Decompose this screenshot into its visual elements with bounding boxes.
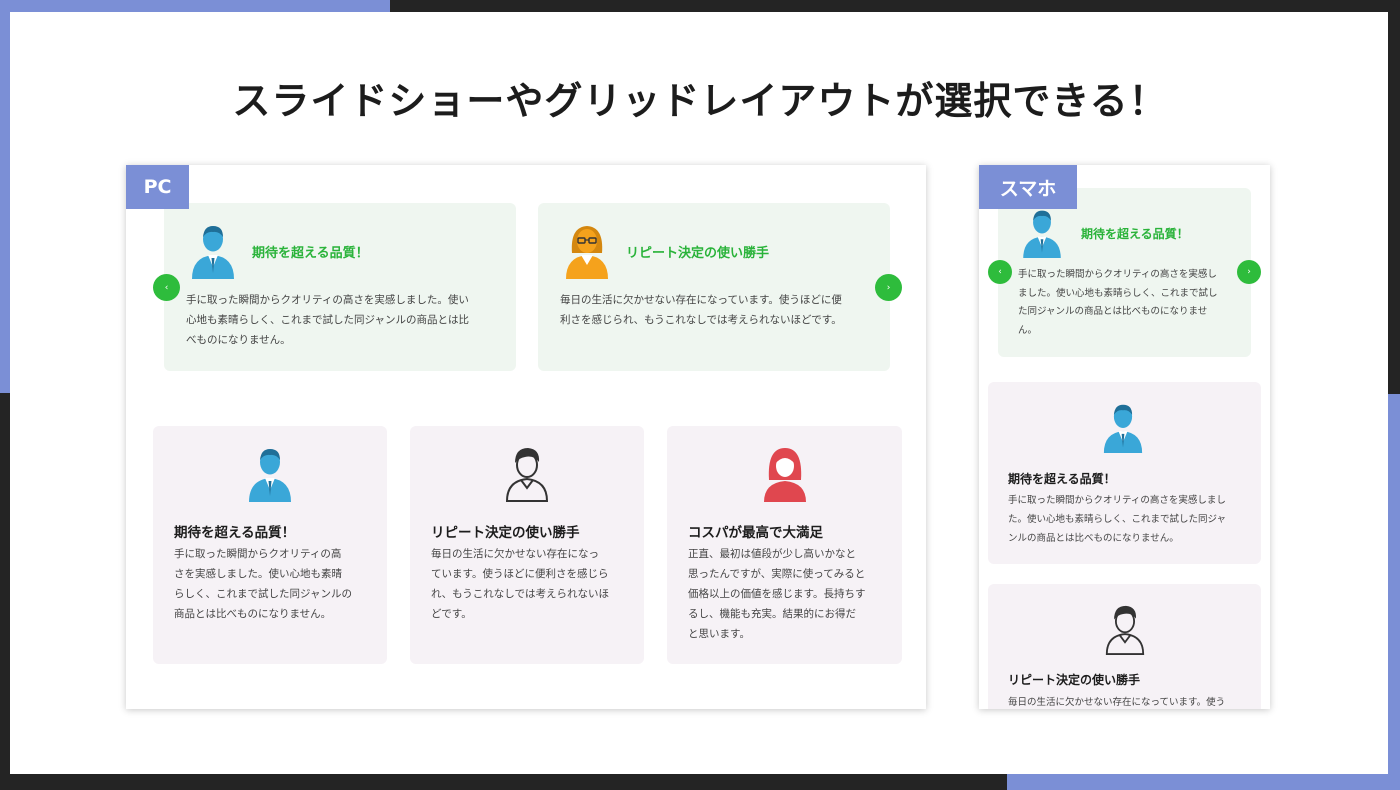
card-text: 毎日の生活に欠かせない存在になっています。使う [1008, 697, 1226, 708]
man-blue-icon [249, 449, 291, 502]
person-outline-icon [1105, 605, 1145, 655]
sp-grid-card-2: リピート決定の使い勝手 毎日の生活に欠かせない存在になっています。使う [988, 584, 1261, 709]
person-outline-icon [505, 448, 549, 502]
slide-title: リピート決定の使い勝手 [626, 245, 770, 261]
card-title: コスパが最高で大満足 [688, 525, 823, 541]
man-blue-icon [192, 226, 234, 279]
slide-title: 期待を超える品質！ [1081, 226, 1189, 241]
slide-text: 毎日の生活に欠かせない存在になっています。使うほどに便 利さを感じられ、もうこれ… [560, 294, 842, 326]
man-blue-icon [1103, 404, 1143, 453]
card-text: 毎日の生活に欠かせない存在になっ ています。使うほどに便利さを感じら れ、もうこ… [431, 548, 609, 620]
card-text: 正直、最初は値段が少し高いかなと 思ったんですが、実際に使ってみると 価格以上の… [688, 548, 866, 640]
card-title: 期待を超える品質！ [174, 525, 296, 541]
slider-prev-button[interactable]: ‹ [988, 260, 1012, 284]
slide-text: 手に取った瞬間からクオリティの高さを実感し ました。使い心地も素晴らしく、これま… [1018, 269, 1218, 336]
pc-slide-2: リピート決定の使い勝手 毎日の生活に欠かせない存在になっています。使うほどに便 … [538, 203, 890, 371]
pc-tag: PC [126, 165, 189, 209]
card-text: 手に取った瞬間からクオリティの高さを実感しまし た。使い心地も素晴らしく、これま… [1008, 495, 1227, 544]
sp-grid-card-1: 期待を超える品質！ 手に取った瞬間からクオリティの高さを実感しまし た。使い心地… [988, 382, 1261, 564]
smartphone-tag: スマホ [979, 165, 1077, 209]
woman-glasses-orange-icon [566, 226, 608, 279]
slide-text: 手に取った瞬間からクオリティの高さを実感しました。使い 心地も素晴らしく、これま… [186, 294, 469, 346]
slide-title: 期待を超える品質！ [252, 245, 369, 261]
slider-next-button[interactable]: › [1237, 260, 1261, 284]
smartphone-preview: スマホ 期待を超える品質！ 手に取った瞬間からクオリティの高さを実感し ました。… [979, 165, 1270, 709]
slider-next-button[interactable]: › [875, 274, 902, 301]
card-title: リピート決定の使い勝手 [1008, 673, 1141, 687]
pc-grid-card-3: コスパが最高で大満足 正直、最初は値段が少し高いかなと 思ったんですが、実際に使… [667, 426, 902, 664]
pc-grid-card-1: 期待を超える品質！ 手に取った瞬間からクオリティの高 さを実感しました。使い心地… [153, 426, 387, 664]
pc-preview: PC 期待を超える品質！ 手に取った瞬間からクオリティの高さを実感しました。使い… [126, 165, 926, 709]
man-blue-icon [1023, 210, 1061, 258]
pc-slide-1: 期待を超える品質！ 手に取った瞬間からクオリティの高さを実感しました。使い 心地… [164, 203, 516, 371]
card-text: 手に取った瞬間からクオリティの高 さを実感しました。使い心地も素晴 らしく、これ… [174, 548, 352, 620]
page-title: スライドショーやグリッドレイアウトが選択できる！ [232, 79, 1168, 123]
slider-prev-button[interactable]: ‹ [153, 274, 180, 301]
card-title: リピート決定の使い勝手 [431, 525, 580, 541]
sp-slide: 期待を超える品質！ 手に取った瞬間からクオリティの高さを実感し ました。使い心地… [998, 188, 1251, 357]
woman-red-icon [764, 448, 806, 502]
card-title: 期待を超える品質！ [1008, 472, 1116, 486]
pc-grid-card-2: リピート決定の使い勝手 毎日の生活に欠かせない存在になっ ています。使うほどに便… [410, 426, 644, 664]
